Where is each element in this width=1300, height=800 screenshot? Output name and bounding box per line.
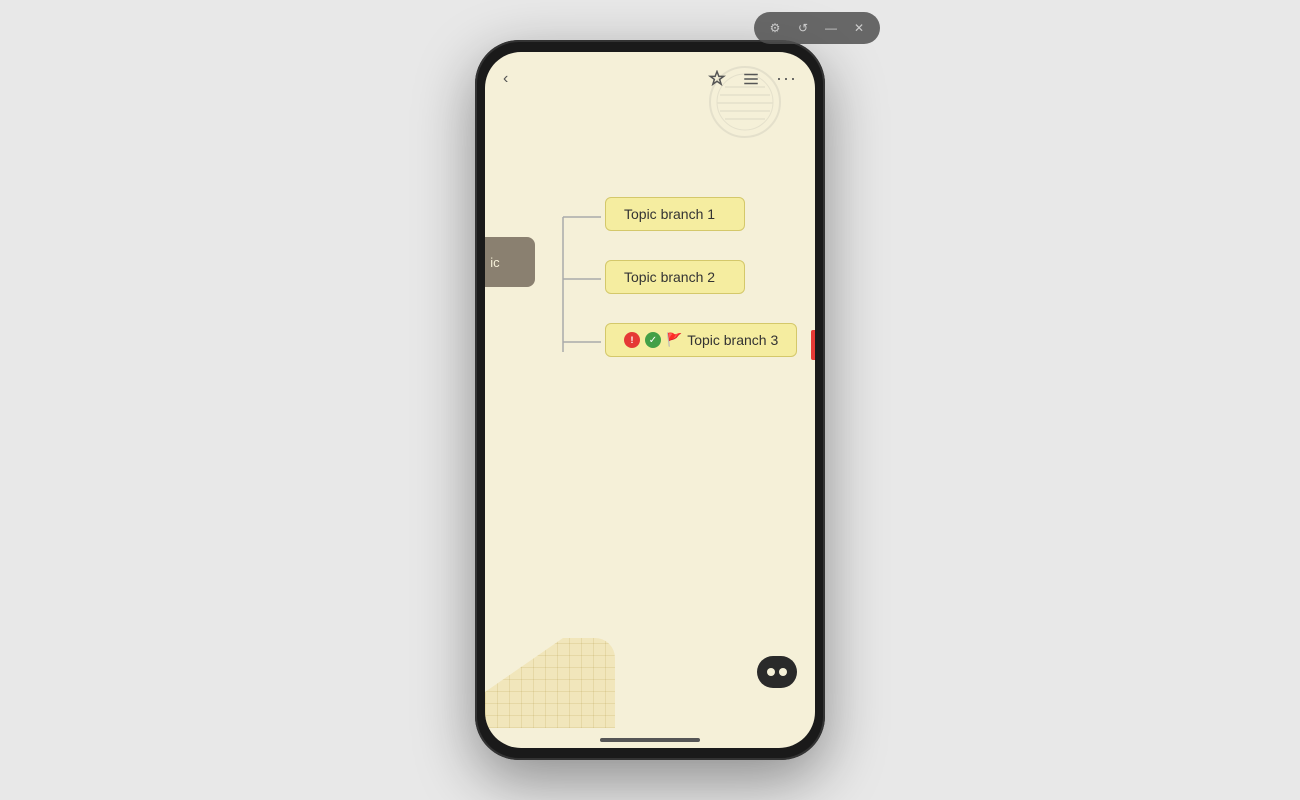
back-button[interactable]: ‹ xyxy=(503,70,508,88)
side-indicator xyxy=(811,330,815,360)
map-area: ic Topic branch 1 Topic branch 2 xyxy=(485,97,815,748)
minimize-btn[interactable]: — xyxy=(820,17,842,39)
alert-badge: ! xyxy=(624,332,640,348)
branch-node-3[interactable]: ! ✓ 🚩 Topic branch 3 xyxy=(605,323,797,357)
bot-eye-left xyxy=(767,668,775,676)
bot-button[interactable] xyxy=(757,656,797,688)
root-node[interactable]: ic xyxy=(485,237,535,287)
close-btn[interactable]: ✕ xyxy=(848,17,870,39)
settings-btn[interactable]: ⚙ xyxy=(764,17,786,39)
bot-eye-right xyxy=(779,668,787,676)
more-icon[interactable]: ··· xyxy=(776,68,797,89)
history-btn[interactable]: ↺ xyxy=(792,17,814,39)
list-icon[interactable] xyxy=(742,70,760,88)
check-badge: ✓ xyxy=(645,332,661,348)
pin-icon[interactable] xyxy=(708,70,726,88)
branch-3-label: Topic branch 3 xyxy=(687,332,778,348)
root-label: ic xyxy=(490,255,499,270)
branch-1-label: Topic branch 1 xyxy=(624,206,715,222)
branch-2-label: Topic branch 2 xyxy=(624,269,715,285)
connector-lines xyxy=(523,197,603,377)
branch-node-2[interactable]: Topic branch 2 xyxy=(605,260,745,294)
phone-screen: ‹ ··· xyxy=(485,52,815,748)
top-bar: ‹ ··· xyxy=(485,52,815,97)
window-controls: ⚙ ↺ — ✕ xyxy=(754,12,880,44)
phone-frame: ‹ ··· xyxy=(475,40,825,760)
flag-badge: 🚩 xyxy=(666,332,682,348)
branch-node-1[interactable]: Topic branch 1 xyxy=(605,197,745,231)
